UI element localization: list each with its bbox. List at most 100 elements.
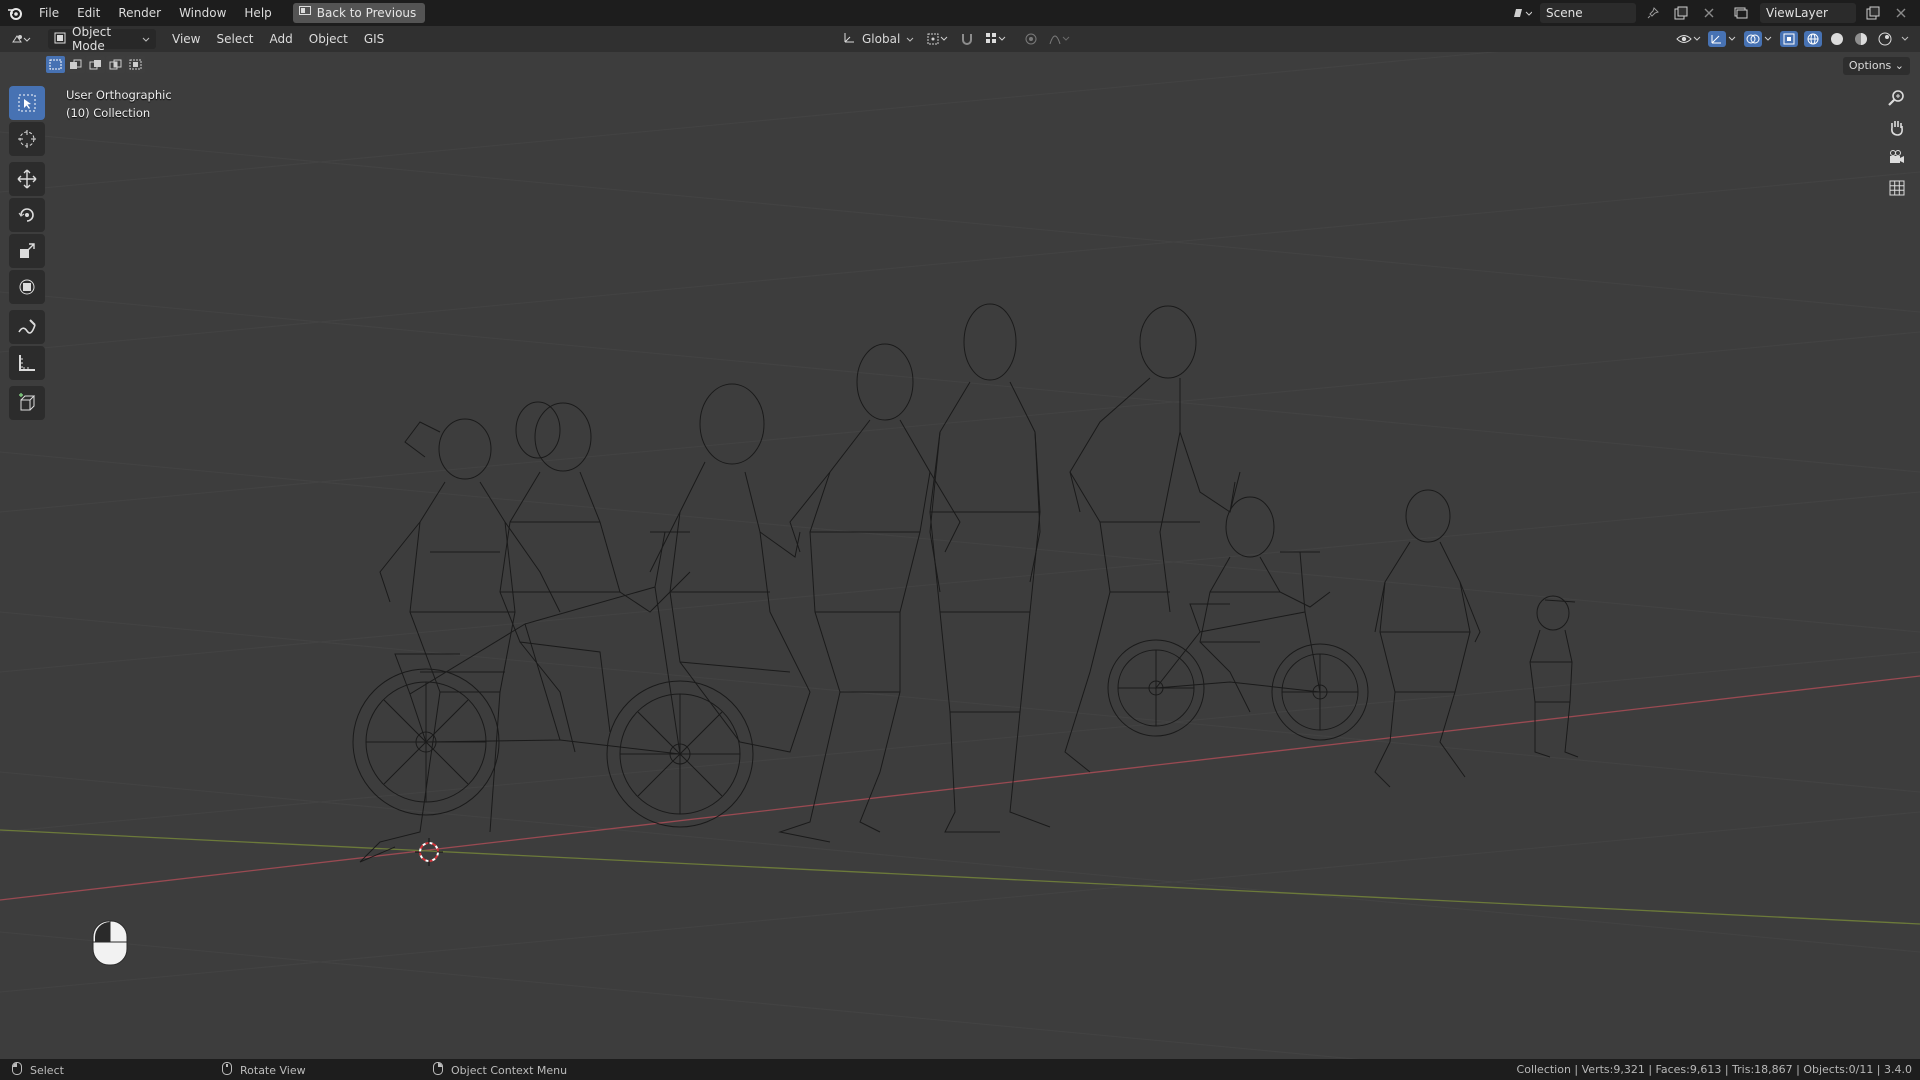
- chevron-down-icon: ⌄: [1894, 59, 1904, 72]
- back-to-previous-label: Back to Previous: [316, 6, 417, 20]
- pan-hand-icon[interactable]: [1884, 116, 1910, 140]
- mouse-right-icon: [433, 1062, 443, 1078]
- figure-woman-dress: [649, 383, 811, 753]
- menu-help[interactable]: Help: [235, 3, 280, 23]
- material-shading-icon[interactable]: [1850, 29, 1872, 49]
- select-intersect-icon[interactable]: [126, 56, 145, 73]
- figure-walking-man: [778, 343, 961, 843]
- viewport-display-tools: [1674, 29, 1912, 49]
- chevron-down-icon: [142, 32, 150, 46]
- viewport-menu-add[interactable]: Add: [262, 32, 301, 46]
- status-rotate-hint: Rotate View: [222, 1062, 306, 1078]
- viewlayer-browse-icon[interactable]: [1732, 3, 1754, 23]
- pin-icon[interactable]: [1642, 3, 1664, 23]
- scene-browse-icon[interactable]: [1512, 3, 1534, 23]
- viewlayer-name: ViewLayer: [1766, 6, 1828, 20]
- close-scene-icon[interactable]: [1698, 3, 1720, 23]
- context-hint-label: Object Context Menu: [451, 1063, 568, 1077]
- transform-orientation-dropdown[interactable]: Global: [836, 29, 920, 49]
- select-hint-label: Select: [30, 1063, 64, 1077]
- scene-selector-group: Scene ViewLayer: [1512, 3, 1920, 23]
- navigation-gizmo: [1884, 86, 1910, 200]
- object-mode-icon: [54, 32, 66, 47]
- select-invert-icon[interactable]: [106, 56, 125, 73]
- select-box-icon[interactable]: [9, 86, 45, 120]
- status-context-hint: Object Context Menu: [433, 1062, 567, 1078]
- x-axis-line: [0, 675, 1920, 901]
- cursor-icon[interactable]: [9, 122, 45, 156]
- transform-tools-group: Global: [836, 29, 1074, 49]
- grid-toggle-icon[interactable]: [1884, 176, 1910, 200]
- mouse-left-icon: [12, 1062, 22, 1078]
- transform-orientation-label: Global: [862, 32, 901, 46]
- proportional-edit-icon[interactable]: [1020, 29, 1042, 49]
- 3d-cursor[interactable]: [415, 838, 443, 866]
- select-new-icon[interactable]: [46, 56, 65, 73]
- figure-running-man: [1064, 305, 1241, 773]
- chevron-down-icon: [906, 32, 914, 46]
- figure-rider-left: [499, 401, 691, 753]
- viewport-menu-view[interactable]: View: [164, 32, 208, 46]
- overlays-icon[interactable]: [1742, 29, 1776, 49]
- viewport-header: Object Mode View Select Add Object GIS G…: [0, 25, 1920, 53]
- add-cube-icon[interactable]: [9, 386, 45, 420]
- snap-target-icon[interactable]: [982, 29, 1010, 49]
- annotate-icon[interactable]: [9, 310, 45, 344]
- menu-window[interactable]: Window: [170, 3, 235, 23]
- solid-shading-icon[interactable]: [1826, 29, 1848, 49]
- back-to-previous-button[interactable]: Back to Previous: [292, 3, 426, 23]
- scale-icon[interactable]: [9, 234, 45, 268]
- scene-name: Scene: [1546, 6, 1583, 20]
- 3d-viewport[interactable]: Options ⌄ User Orthographic (10) Collect…: [0, 52, 1920, 1059]
- viewport-menu-gis[interactable]: GIS: [356, 32, 392, 46]
- shading-options-chevron-icon[interactable]: [1898, 29, 1912, 49]
- viewport-info-overlay: User Orthographic (10) Collection: [66, 86, 172, 122]
- options-label: Options: [1848, 59, 1892, 72]
- wireframe-shading-icon[interactable]: [1802, 29, 1824, 49]
- xray-toggle-icon[interactable]: [1778, 29, 1800, 49]
- y-axis-line: [0, 829, 1920, 925]
- figure-standing-man: [929, 303, 1051, 833]
- select-subtract-icon[interactable]: [86, 56, 105, 73]
- camera-icon[interactable]: [1884, 146, 1910, 170]
- transform-icon[interactable]: [9, 270, 45, 304]
- bicycle-right: [1107, 551, 1369, 741]
- rendered-shading-icon[interactable]: [1874, 29, 1896, 49]
- move-icon[interactable]: [9, 162, 45, 196]
- rotate-icon[interactable]: [9, 198, 45, 232]
- falloff-curve-icon[interactable]: [1046, 29, 1074, 49]
- zoom-icon[interactable]: [1884, 86, 1910, 110]
- menu-edit[interactable]: Edit: [68, 3, 109, 23]
- mouse-middle-icon: [222, 1062, 232, 1078]
- scene-name-field[interactable]: Scene: [1540, 3, 1636, 23]
- menu-render[interactable]: Render: [109, 3, 170, 23]
- visibility-icon[interactable]: [1674, 29, 1704, 49]
- tool-shelf: [9, 86, 47, 422]
- view-name: User Orthographic: [66, 88, 172, 102]
- collection-label: (10) Collection: [66, 106, 151, 120]
- viewport-menu-select[interactable]: Select: [208, 32, 261, 46]
- close-viewlayer-icon[interactable]: [1890, 3, 1912, 23]
- blender-logo-icon[interactable]: [0, 0, 30, 26]
- status-select-hint: Select: [12, 1062, 64, 1078]
- selection-mode-group: [46, 56, 145, 73]
- screen-icon: [298, 6, 311, 20]
- mouse-button-indicator-icon: [92, 920, 128, 969]
- select-extend-icon[interactable]: [66, 56, 85, 73]
- orientation-axes-icon: [842, 31, 856, 48]
- scene-statistics: Collection | Verts:9,321 | Faces:9,613 |…: [1516, 1063, 1912, 1076]
- figure-toddler: [1529, 595, 1579, 758]
- gizmo-toggle-icon[interactable]: [1706, 29, 1740, 49]
- editor-type-icon[interactable]: [10, 29, 32, 49]
- new-scene-icon[interactable]: [1670, 3, 1692, 23]
- snap-magnet-icon[interactable]: [956, 29, 978, 49]
- viewlayer-name-field[interactable]: ViewLayer: [1760, 3, 1856, 23]
- measure-icon[interactable]: [9, 346, 45, 380]
- object-mode-dropdown[interactable]: Object Mode: [48, 25, 156, 53]
- new-viewlayer-icon[interactable]: [1862, 3, 1884, 23]
- options-dropdown[interactable]: Options ⌄: [1842, 57, 1910, 75]
- viewport-menu-object[interactable]: Object: [301, 32, 356, 46]
- viewport-grid: [0, 52, 1920, 1059]
- pivot-point-icon[interactable]: [924, 29, 952, 49]
- menu-file[interactable]: File: [30, 3, 68, 23]
